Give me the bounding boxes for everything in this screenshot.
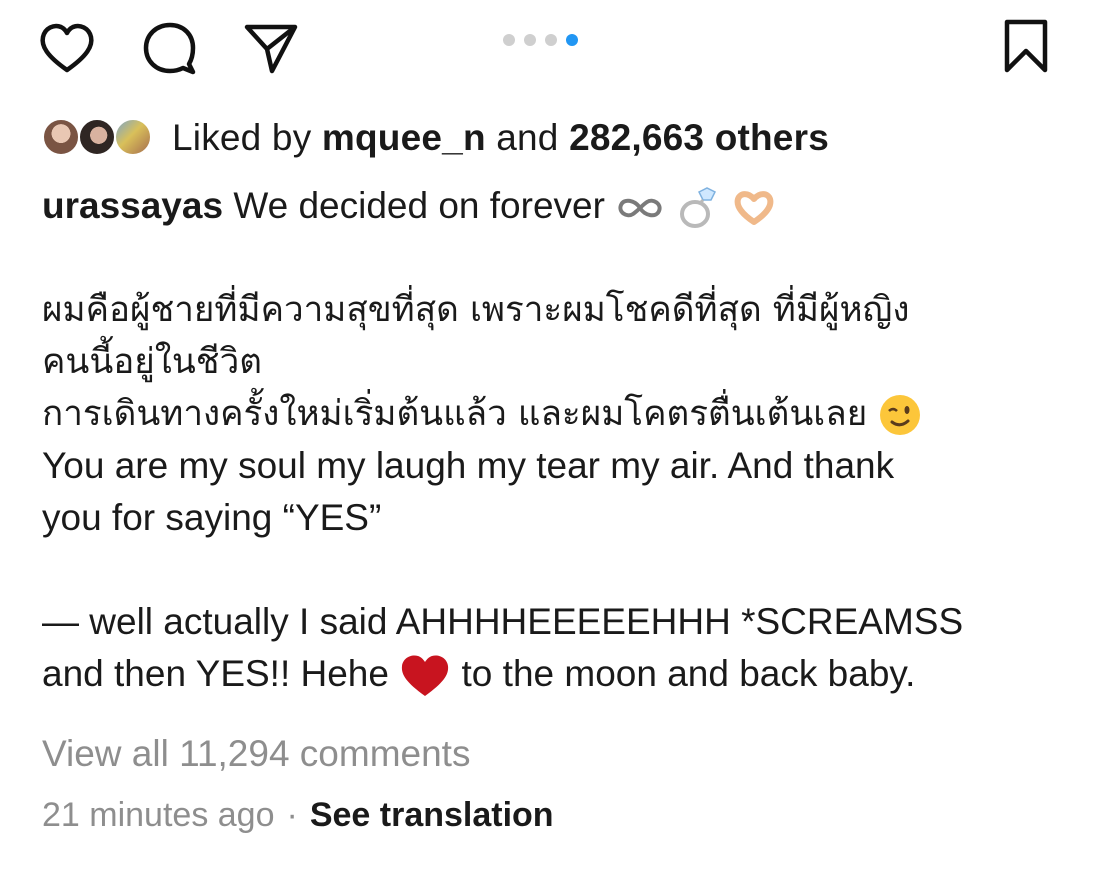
- see-translation-link[interactable]: See translation: [310, 796, 554, 834]
- infinity-icon: [618, 198, 662, 218]
- post-meta: 21 minutes ago · See translation: [42, 796, 554, 835]
- caption-text: and then YES!! Hehe: [42, 653, 389, 694]
- paper-plane-icon: [244, 24, 298, 74]
- heart-outline-icon: [40, 23, 94, 73]
- share-button[interactable]: [241, 18, 301, 78]
- carousel-indicator: [503, 34, 578, 46]
- comment-button[interactable]: [139, 18, 199, 78]
- liker-username-link[interactable]: mquee_n: [322, 117, 486, 158]
- save-button[interactable]: [996, 16, 1056, 76]
- carousel-dot: [503, 34, 515, 46]
- avatar: [42, 118, 80, 156]
- likes-prefix: Liked by: [172, 117, 312, 158]
- carousel-dot-active: [566, 34, 578, 46]
- likes-row: Liked by mquee_n and 282,663 others: [42, 112, 829, 164]
- liker-avatars[interactable]: [42, 116, 160, 160]
- heart-hands-icon: [734, 191, 774, 226]
- caption-text: to the moon and back baby.: [461, 653, 916, 694]
- red-heart-icon: [402, 655, 449, 697]
- caption-text-line: you for saying “YES”: [42, 497, 382, 538]
- caption-thai-line: ผมคือผู้ชายที่มีความสุขที่สุด เพราะผมโชค…: [42, 290, 910, 330]
- meta-separator: ·: [286, 796, 298, 834]
- caption-text-line: — well actually I said AHHHHEEEEEHHH *SC…: [42, 601, 964, 642]
- winking-face-icon: [880, 395, 921, 435]
- carousel-dot: [524, 34, 536, 46]
- caption-thai-text: การเดินทางครั้งใหม่เริ่มต้นแล้ว และผมโคต…: [42, 394, 868, 434]
- avatar: [78, 118, 116, 156]
- ring-icon: [680, 187, 717, 229]
- caption-thai-line: การเดินทางครั้งใหม่เริ่มต้นแล้ว และผมโคต…: [42, 388, 1062, 440]
- post-timestamp: 21 minutes ago: [42, 796, 275, 834]
- caption-text: We decided on forever: [233, 185, 605, 226]
- caption-text-line: You are my soul my laugh my tear my air.…: [42, 445, 895, 486]
- caption-thai-line: คนนี้อยู่ในชีวิต: [42, 342, 262, 382]
- view-all-comments-link[interactable]: View all 11,294 comments: [42, 733, 470, 775]
- like-button[interactable]: [37, 18, 97, 78]
- likes-and: and: [496, 117, 559, 158]
- caption-username-link[interactable]: urassayas: [42, 185, 223, 226]
- likes-count-link[interactable]: 282,663 others: [569, 117, 829, 158]
- comment-bubble-icon: [143, 22, 196, 75]
- carousel-dot: [545, 34, 557, 46]
- caption-first-line: urassayas We decided on forever: [42, 180, 1062, 232]
- post-caption: urassayas We decided on forever ผมคือผู้…: [42, 180, 1062, 700]
- avatar: [114, 118, 152, 156]
- caption-text-line: and then YES!! Hehe to the moon and back…: [42, 648, 1062, 700]
- post-action-bar: [0, 0, 1100, 100]
- bookmark-outline-icon: [1004, 19, 1048, 73]
- likes-summary: Liked by mquee_n and 282,663 others: [172, 117, 829, 159]
